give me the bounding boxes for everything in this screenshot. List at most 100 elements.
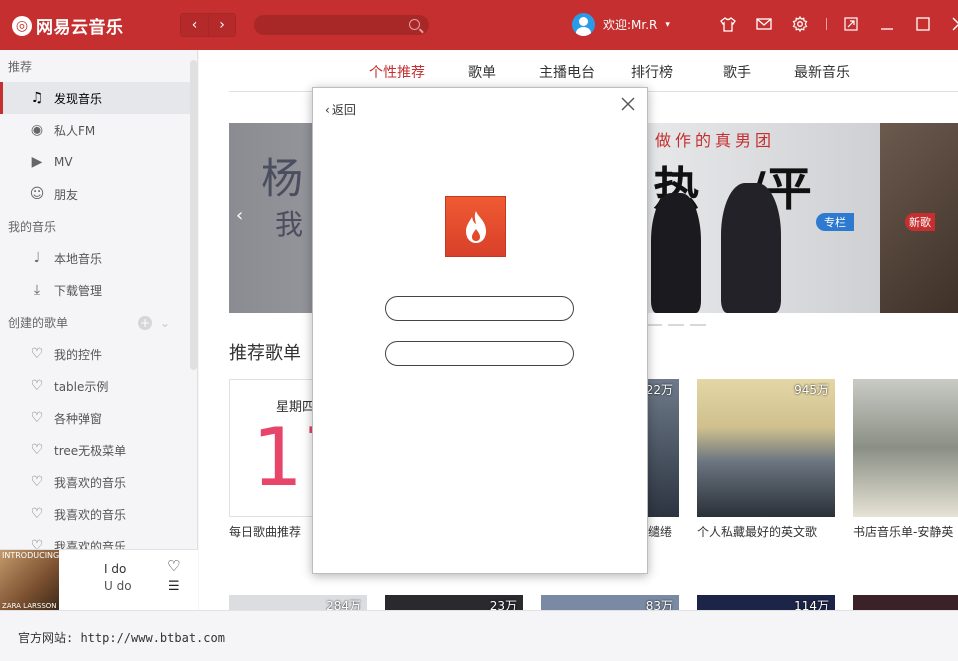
playlist-card[interactable]: 23万 [385,595,523,610]
sidebar-item-playlist[interactable]: ♡ 我的控件 [0,338,190,370]
sidebar-item-playlist[interactable]: ♡ table示例 [0,370,190,402]
banner-text: 我 [275,208,304,241]
banner-tag: 新歌 [905,213,935,231]
mini-mode-icon[interactable] [841,14,861,34]
heart-icon: ♡ [30,442,44,458]
app-logo [445,196,506,257]
back-button[interactable]: ‹ [181,14,208,36]
play-count: 114万 [794,599,829,610]
tab-recommend[interactable]: 个性推荐 [369,62,425,82]
divider [826,18,827,30]
sidebar-item-mv[interactable]: ▶ MV [0,146,190,178]
sidebar-item-downloads[interactable]: ⤓ 下载管理 [0,274,190,306]
section-title: 推荐歌单 [229,343,301,364]
banner-figure [651,193,701,313]
chevron-down-icon[interactable]: ▾ [665,20,670,30]
chevron-left-icon: ‹ [325,102,330,117]
sidebar-item-label: 各种弹窗 [54,411,103,426]
playlist-card[interactable]: 114万 [697,595,835,610]
now-playing: INTRODUCING ZARA LARSSON I do U do ♡ ☰ [0,549,198,611]
search-icon[interactable] [409,19,420,30]
chevron-down-icon[interactable]: ⌄ [160,316,170,330]
play-count: 22万 [645,383,673,397]
heart-icon: ♡ [30,538,44,549]
sidebar-item-label: 我喜欢的音乐 [54,539,127,550]
sidebar-item-playlist[interactable]: ♡ 我喜欢的音乐 [0,498,190,530]
card-label[interactable]: 书店音乐单-安静英 [853,523,958,540]
cover-text-bottom: ZARA LARSSON [2,602,57,610]
playlist-icon[interactable]: ☰ [168,579,180,594]
playlist-card[interactable]: 83万 [541,595,679,610]
heart-icon: ♡ [30,346,44,362]
local-music-icon: ♩ [33,250,41,266]
gear-icon[interactable] [790,14,810,34]
sidebar-item-playlist[interactable]: ♡ 我喜欢的音乐 [0,466,190,498]
add-playlist-icon[interactable]: + [138,316,152,330]
banner-text: 杨 [261,154,304,203]
carousel-dot[interactable] [668,324,684,326]
username-field[interactable] [385,296,574,321]
sidebar-item-playlist[interactable]: ♡ 各种弹窗 [0,402,190,434]
title-bar: ◎ 网易云音乐 ‹ › 欢迎:Mr.R ▾ [0,0,958,50]
user-menu[interactable]: 欢迎:Mr.R ▾ [572,13,670,36]
banner-headline: 做作的真男团 [655,131,776,150]
album-cover[interactable]: INTRODUCING ZARA LARSSON [0,550,59,611]
sidebar-item-discover[interactable]: ♫ 发现音乐 [0,82,190,114]
tab-playlists[interactable]: 歌单 [468,62,496,82]
password-field[interactable] [385,341,574,366]
sidebar-item-label: 发现音乐 [54,91,103,106]
sidebar-item-label: MV [54,155,73,169]
card-label[interactable]: 每日歌曲推荐 [229,523,309,540]
tab-artists[interactable]: 歌手 [723,62,751,82]
chevron-left-icon[interactable]: ‹ [236,205,243,226]
search-input[interactable] [254,15,429,35]
window-controls [718,14,958,34]
sidebar-item-playlist[interactable]: ♡ 我喜欢的音乐 [0,530,190,549]
mail-icon[interactable] [754,14,774,34]
sidebar-item-local-music[interactable]: ♩ 本地音乐 [0,242,190,274]
card-label[interactable]: 个人私藏最好的英文歌 [697,523,837,540]
radio-icon: ◉ [30,122,44,138]
sidebar-item-friends[interactable]: ☺ 朋友 [0,178,190,210]
playlist-card[interactable]: 945万 [697,379,835,517]
tab-radio[interactable]: 主播电台 [539,62,595,82]
tab-new-music[interactable]: 最新音乐 [794,62,850,82]
playlist-actions: + ⌄ [138,316,170,330]
close-icon[interactable] [621,94,635,114]
playlist-card[interactable] [853,595,958,610]
forward-button[interactable]: › [208,14,235,36]
playlist-card[interactable]: 284万 [229,595,367,610]
heart-icon: ♡ [30,506,44,522]
minimize-icon[interactable] [877,14,897,34]
sidebar-item-label: 下载管理 [54,283,103,298]
song-title: I do [104,562,127,576]
close-icon[interactable] [949,14,958,34]
content-tabs: 个性推荐 歌单 主播电台 排行榜 歌手 最新音乐 [229,50,958,92]
carousel-dot[interactable] [690,324,706,326]
sidebar-item-label: 我喜欢的音乐 [54,507,127,522]
skin-icon[interactable] [718,14,738,34]
sidebar-item-label: table示例 [54,379,109,394]
tab-charts[interactable]: 排行榜 [631,62,673,82]
card-label[interactable]: 缱绻 [648,523,678,540]
username[interactable]: 欢迎:Mr.R [603,16,657,33]
maximize-icon[interactable] [913,14,933,34]
like-icon[interactable]: ♡ [167,557,180,575]
sidebar-scrollbar[interactable] [190,60,197,370]
sidebar: 推荐 ♫ 发现音乐 ◉ 私人FM ▶ MV ☺ 朋友 我的音乐 ♩ 本地音乐 ⤓… [0,50,198,549]
carousel-dot[interactable] [646,324,662,326]
playlist-card[interactable] [853,379,958,517]
sidebar-item-label: 我的控件 [54,347,103,362]
banner-figure [721,183,781,313]
sidebar-item-fm[interactable]: ◉ 私人FM [0,114,190,146]
play-count: 945万 [794,383,829,397]
sidebar-item-label: 私人FM [54,123,96,138]
sidebar-item-playlist[interactable]: ♡ tree无极菜单 [0,434,190,466]
back-link[interactable]: ‹ 返回 [325,101,356,118]
avatar[interactable] [572,13,595,36]
music-note-icon: ♫ [30,90,44,106]
sidebar-item-label: 朋友 [54,187,79,202]
heart-icon: ♡ [30,474,44,490]
sidebar-item-label: 本地音乐 [54,251,103,266]
play-count: 83万 [645,599,673,610]
